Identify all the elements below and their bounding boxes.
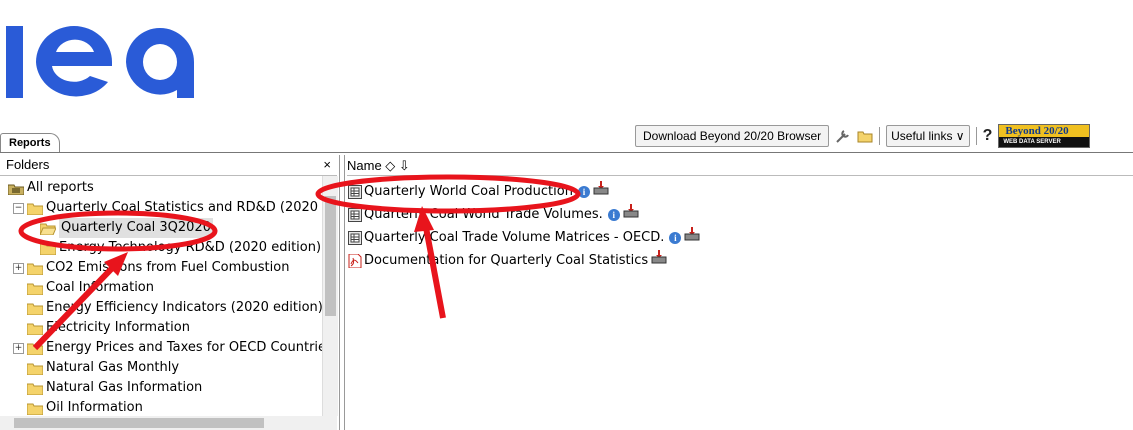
open-folder-icon xyxy=(39,222,57,237)
close-icon[interactable]: × xyxy=(323,155,331,175)
folder-tree-vertical-scrollbar[interactable] xyxy=(322,176,338,416)
collapse-icon[interactable]: − xyxy=(13,202,24,214)
report-list: Quarterly World Coal Production i Quarte… xyxy=(348,180,700,272)
help-icon[interactable]: ? xyxy=(983,127,993,145)
tree-item-natural-gas-information[interactable]: Natural Gas Information xyxy=(26,378,202,398)
tree-item-coal-information[interactable]: Coal Information xyxy=(26,278,154,298)
table-report-icon xyxy=(348,184,362,199)
table-report-icon xyxy=(348,230,362,245)
info-icon[interactable]: i xyxy=(669,231,682,244)
tree-item-quarterly-coal-statistics[interactable]: − Quarterly Coal Statistics and RD&D (20… xyxy=(13,198,322,218)
folder-icon xyxy=(26,362,44,376)
download-browser-button[interactable]: Download Beyond 20/20 Browser xyxy=(635,125,830,147)
folder-tree-horizontal-scrollbar[interactable] xyxy=(0,416,337,430)
folder-icon xyxy=(26,342,44,356)
report-row[interactable]: Documentation for Quarterly Coal Statist… xyxy=(348,249,700,272)
iea-logo xyxy=(6,18,196,102)
folder-icon xyxy=(26,202,44,216)
tree-item-oil-information[interactable]: Oil Information xyxy=(26,398,143,416)
useful-links-select[interactable]: Useful links ∨ xyxy=(886,125,970,147)
tree-item-energy-efficiency[interactable]: Energy Efficiency Indicators (2020 editi… xyxy=(26,298,322,318)
expand-icon[interactable]: + xyxy=(13,342,24,354)
tree-item-electricity-information[interactable]: Electricity Information xyxy=(26,318,190,338)
wrench-icon[interactable] xyxy=(835,128,851,144)
download-icon[interactable] xyxy=(623,203,639,226)
tab-reports[interactable]: Reports xyxy=(0,133,60,152)
open-folder-icon[interactable] xyxy=(857,128,873,144)
name-column-header[interactable]: Name ◇ ⇩ xyxy=(347,155,1133,176)
tab-divider xyxy=(0,152,1133,153)
tree-item-natural-gas-monthly[interactable]: Natural Gas Monthly xyxy=(26,358,179,378)
scrollbar-thumb[interactable] xyxy=(14,418,264,428)
report-row[interactable]: Quarterly Coal Trade Volume Matrices - O… xyxy=(348,226,700,249)
tree-item-quarterly-coal-3q2020[interactable]: Quarterly Coal 3Q2020 xyxy=(39,218,213,238)
download-icon[interactable] xyxy=(651,249,667,272)
tree-item-energy-prices-taxes[interactable]: + Energy Prices and Taxes for OECD Count… xyxy=(13,338,322,358)
folder-icon xyxy=(26,402,44,416)
folder-tree: All reports − Quarterly Coal Statistics … xyxy=(0,176,322,416)
folder-icon xyxy=(26,322,44,336)
folder-icon xyxy=(26,262,44,276)
folder-icon xyxy=(26,382,44,396)
download-icon[interactable] xyxy=(593,180,609,203)
toolbar-separator xyxy=(879,127,881,145)
info-icon[interactable]: i xyxy=(577,185,590,198)
tree-item-all-reports[interactable]: All reports xyxy=(7,178,94,198)
info-icon[interactable]: i xyxy=(607,208,620,221)
scrollbar-thumb[interactable] xyxy=(325,196,336,316)
reports-root-icon xyxy=(7,182,25,196)
download-icon[interactable] xyxy=(684,226,700,249)
table-report-icon xyxy=(348,207,362,222)
panel-splitter[interactable] xyxy=(339,155,345,430)
folder-icon xyxy=(26,282,44,296)
report-row[interactable]: Quarterly Coal World Trade Volumes. i xyxy=(348,203,700,226)
report-row[interactable]: Quarterly World Coal Production i xyxy=(348,180,700,203)
folder-icon xyxy=(26,302,44,316)
toolbar-separator xyxy=(975,127,977,145)
folders-title: Folders xyxy=(6,157,50,172)
tree-item-energy-technology-rdd[interactable]: Energy Technology RD&D (2020 edition) xyxy=(39,238,321,258)
toolbar: Download Beyond 20/20 Browser Useful lin… xyxy=(635,124,1091,148)
beyond-2020-logo[interactable]: Beyond 20/20 WEB DATA SERVER xyxy=(998,124,1091,148)
expand-icon[interactable]: + xyxy=(13,262,24,274)
folder-icon xyxy=(39,242,57,256)
pdf-icon xyxy=(348,253,362,268)
folders-header: Folders × xyxy=(0,155,337,176)
tree-item-co2-emissions[interactable]: + CO2 Emissions from Fuel Combustion xyxy=(13,258,289,278)
